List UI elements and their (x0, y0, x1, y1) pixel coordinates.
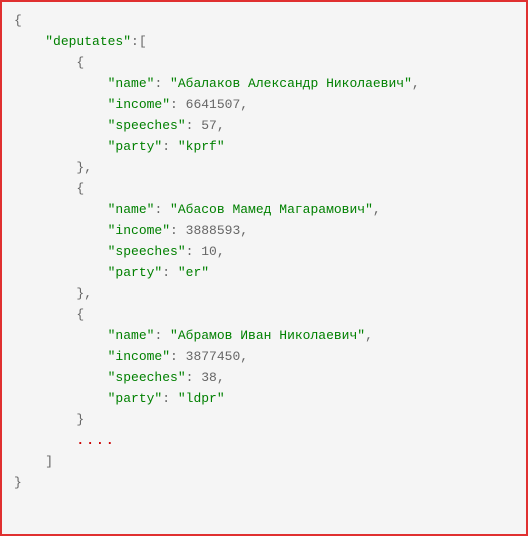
income-line: "income": 6641507, (14, 94, 514, 115)
entry-close: }, (14, 283, 514, 304)
entry-open: { (14, 52, 514, 73)
speeches-line: "speeches": 57, (14, 115, 514, 136)
brace-close: } (14, 472, 514, 493)
speeches-line: "speeches": 38, (14, 367, 514, 388)
party-line: "party": "kprf" (14, 136, 514, 157)
entry-open: { (14, 304, 514, 325)
entry-close: }, (14, 157, 514, 178)
name-line: "name": "Абасов Мамед Магарамович", (14, 199, 514, 220)
deputates-key-line: "deputates":[ (14, 31, 514, 52)
name-line: "name": "Абрамов Иван Николаевич", (14, 325, 514, 346)
income-line: "income": 3877450, (14, 346, 514, 367)
income-line: "income": 3888593, (14, 220, 514, 241)
brace-open: { (14, 10, 514, 31)
party-line: "party": "ldpr" (14, 388, 514, 409)
ellipsis-line: .... (14, 430, 514, 451)
json-code-block: { "deputates":[ { "name": "Абалаков Алек… (0, 0, 528, 536)
array-close: ] (14, 451, 514, 472)
party-line: "party": "er" (14, 262, 514, 283)
entry-open: { (14, 178, 514, 199)
entry-close: } (14, 409, 514, 430)
name-line: "name": "Абалаков Александр Николаевич", (14, 73, 514, 94)
speeches-line: "speeches": 10, (14, 241, 514, 262)
